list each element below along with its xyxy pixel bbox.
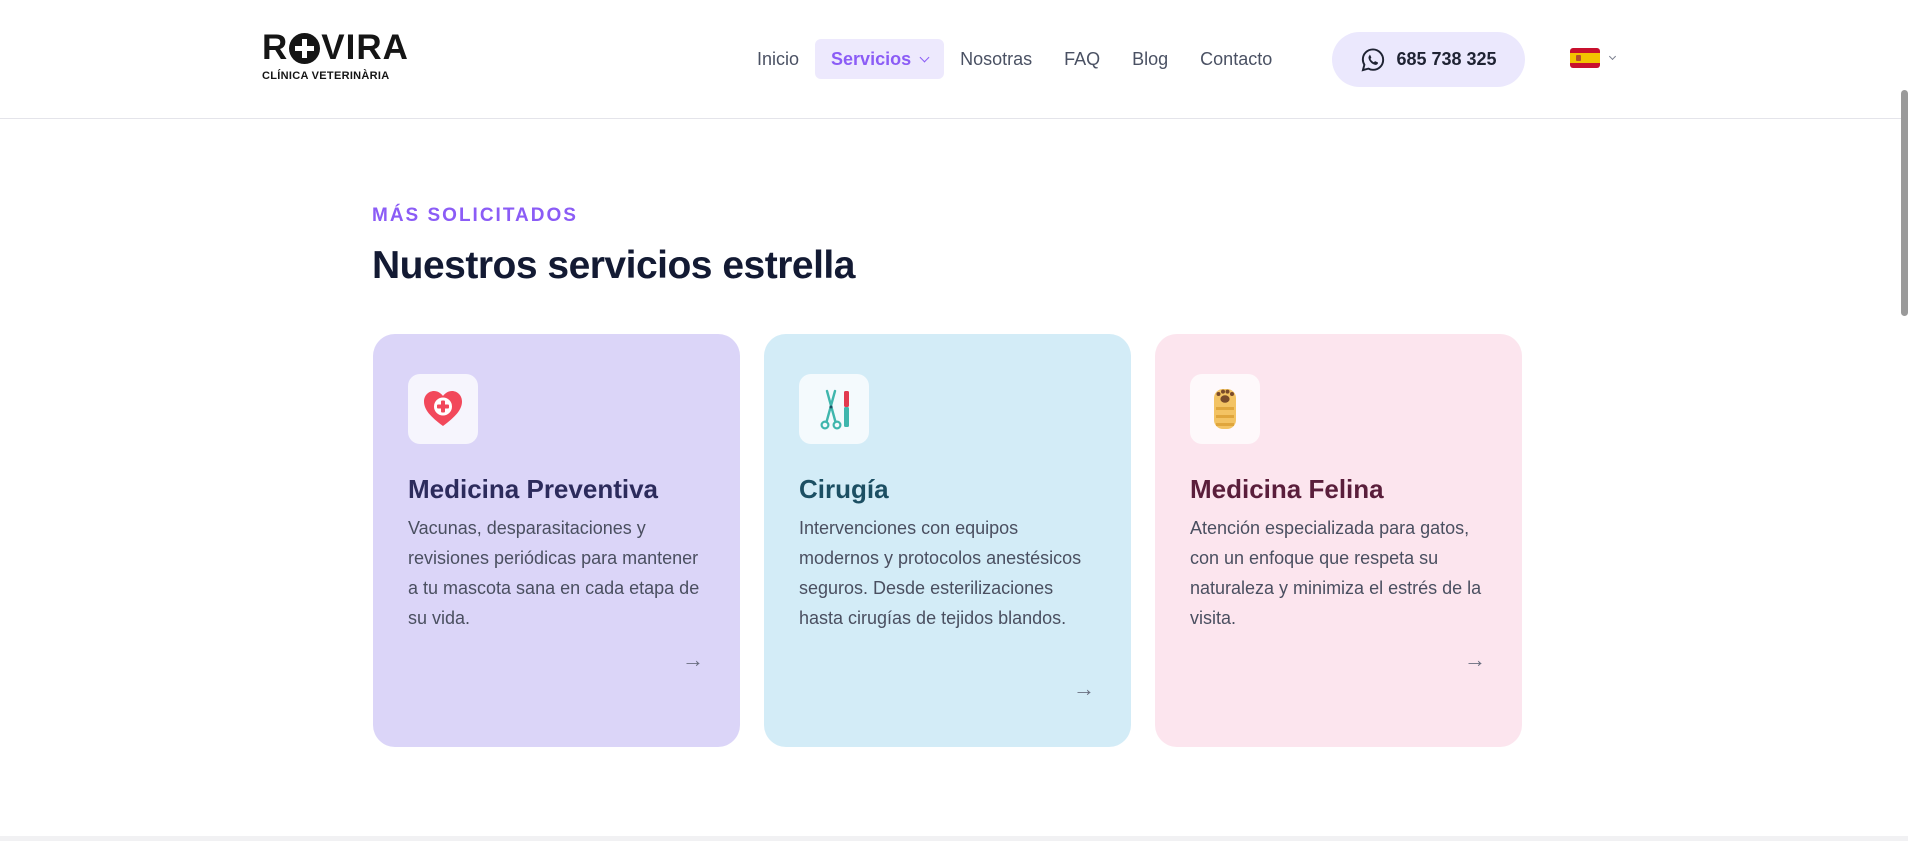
card-description: Vacunas, desparasitaciones y revisiones …: [408, 518, 700, 628]
section-divider: [0, 836, 1908, 841]
nav-item-faq[interactable]: FAQ: [1048, 39, 1116, 79]
language-selector[interactable]: [1570, 48, 1617, 68]
card-icon-box: [799, 374, 869, 444]
card-description: Intervenciones con equipos modernos y pr…: [799, 518, 1082, 628]
spain-flag-icon: [1570, 48, 1600, 68]
nav-item-servicios[interactable]: Servicios: [815, 39, 945, 79]
nav-item-contacto[interactable]: Contacto: [1184, 39, 1288, 79]
card-icon-box: [408, 374, 478, 444]
medical-cross-icon: [289, 32, 321, 64]
heart-medical-icon: [424, 391, 462, 426]
service-card-medicina-felina[interactable]: Medicina Felina Atención especializada p…: [1155, 334, 1522, 747]
main-nav: Inicio Servicios Nosotras FAQ Blog Conta…: [741, 39, 1288, 79]
phone-number: 685 738 325: [1396, 49, 1497, 69]
nav-item-inicio[interactable]: Inicio: [741, 39, 815, 79]
nav-item-nosotras[interactable]: Nosotras: [944, 39, 1048, 79]
service-card-cirugia[interactable]: Cirugía Intervenciones con equipos moder…: [764, 334, 1131, 747]
card-title: Cirugía: [799, 474, 889, 504]
surgery-tools-icon: [820, 389, 849, 430]
arrow-right-icon[interactable]: →: [1073, 676, 1095, 702]
chevron-down-icon: [919, 52, 930, 62]
section-eyebrow: MÁS SOLICITADOS: [372, 205, 578, 226]
card-description: Atención especializada para gatos, con u…: [1190, 518, 1482, 628]
nav-item-blog[interactable]: Blog: [1116, 39, 1184, 79]
card-title: Medicina Felina: [1190, 474, 1384, 504]
card-icon-box: [1190, 374, 1260, 444]
nav-item-servicios-label: Servicios: [831, 49, 912, 69]
chevron-down-icon: [1608, 52, 1617, 60]
whatsapp-icon: [1361, 47, 1385, 71]
arrow-right-icon[interactable]: →: [682, 647, 704, 673]
cat-paw-icon: [1214, 389, 1236, 429]
logo-subtitle: CLÍNICA VETERINÀRIA: [262, 70, 390, 82]
scrollbar-thumb[interactable]: [1901, 90, 1908, 316]
site-header: R VIRA CLÍNICA VETERINÀRIA Inicio Servici…: [0, 0, 1908, 119]
card-title: Medicina Preventiva: [408, 474, 658, 504]
whatsapp-phone-button[interactable]: 685 738 325: [1332, 32, 1525, 87]
section-title: Nuestros servicios estrella: [372, 244, 855, 287]
service-card-medicina-preventiva[interactable]: Medicina Preventiva Vacunas, desparasita…: [373, 334, 740, 747]
logo-wordmark: R VIRA: [262, 28, 409, 67]
arrow-right-icon[interactable]: →: [1464, 647, 1486, 673]
logo[interactable]: R VIRA CLÍNICA VETERINÀRIA: [262, 30, 422, 90]
